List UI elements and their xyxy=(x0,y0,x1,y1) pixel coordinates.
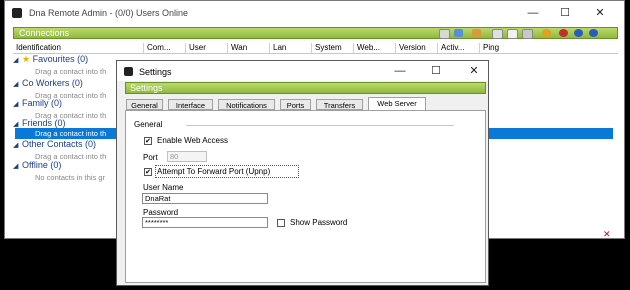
tab-general[interactable]: General xyxy=(126,99,163,110)
settings-bar-label: Settings xyxy=(130,83,163,93)
group-label: Friends (0) xyxy=(22,118,66,128)
column-header: Identification Com... User Wan Lan Syste… xyxy=(13,42,618,54)
tab-notifications[interactable]: Notifications xyxy=(218,99,275,110)
maximize-button[interactable]: ☐ xyxy=(554,5,576,21)
group-other-contacts[interactable]: ◢ Other Contacts (0) xyxy=(13,139,96,149)
enable-web-access-label: Enable Web Access xyxy=(157,136,229,145)
group-favourites[interactable]: ◢ ★ Favourites (0) xyxy=(13,54,88,65)
settings-close-button[interactable]: ✕ xyxy=(463,63,485,79)
enable-web-access-checkbox[interactable]: ✔ xyxy=(144,137,152,145)
status-close-icon[interactable]: ✕ xyxy=(603,229,611,240)
collapse-arrow-icon[interactable]: ◢ xyxy=(13,56,22,64)
group-co-workers[interactable]: ◢ Co Workers (0) xyxy=(13,78,83,88)
help-icon[interactable] xyxy=(574,29,583,37)
web-server-panel: General ✔ Enable Web Access Port 80 ✔ At… xyxy=(125,110,486,283)
connections-label: Connections xyxy=(19,28,70,38)
show-password-checkbox[interactable] xyxy=(277,219,285,227)
main-titlebar: Dna Remote Admin - (0/0) Users Online — … xyxy=(5,1,624,25)
info-icon[interactable] xyxy=(589,29,598,37)
collapse-arrow-icon[interactable]: ◢ xyxy=(13,162,22,170)
connections-bar: Connections xyxy=(13,27,618,39)
forward-port-checkbox[interactable]: ✔ xyxy=(144,168,152,176)
star-icon: ★ xyxy=(22,54,31,64)
mail-icon[interactable] xyxy=(522,29,533,39)
minimize-button[interactable]: — xyxy=(522,5,544,21)
tab-transfers[interactable]: Transfers xyxy=(316,99,363,110)
window-title: Dna Remote Admin - (0/0) Users Online xyxy=(29,8,189,18)
settings-titlebar: Settings — ☐ ✕ xyxy=(117,61,488,81)
col-system[interactable]: System xyxy=(311,43,353,53)
show-password-label: Show Password xyxy=(290,218,348,227)
settings-minimize-button[interactable]: — xyxy=(389,63,411,79)
forward-port-label: Attempt To Forward Port (Upnp) xyxy=(157,167,271,176)
password-label: Password xyxy=(143,208,179,217)
group-label: Other Contacts (0) xyxy=(22,139,97,149)
group-divider xyxy=(186,125,454,126)
group-label: Co Workers (0) xyxy=(22,78,83,88)
col-identification[interactable]: Identification xyxy=(13,43,143,53)
col-ping[interactable]: Ping xyxy=(479,43,521,53)
settings-bar: Settings xyxy=(125,82,486,94)
col-activity[interactable]: Activ... xyxy=(437,43,479,53)
tab-interface[interactable]: Interface xyxy=(168,99,213,110)
screen-icon[interactable] xyxy=(439,29,450,39)
group-friends[interactable]: ◢ Friends (0) xyxy=(13,118,66,128)
col-computer[interactable]: Com... xyxy=(143,43,185,53)
group-label: Offline (0) xyxy=(22,160,62,170)
gear-icon[interactable] xyxy=(542,29,551,37)
app-icon xyxy=(12,8,22,18)
group-family[interactable]: ◢ Family (0) xyxy=(13,98,62,108)
group-hint: Drag a contact into th xyxy=(35,129,107,138)
settings-maximize-button[interactable]: ☐ xyxy=(425,63,447,79)
monitor-icon[interactable] xyxy=(492,29,503,39)
port-field[interactable]: 80 xyxy=(167,151,207,162)
col-wan[interactable]: Wan xyxy=(227,43,269,53)
list-icon[interactable] xyxy=(507,29,518,39)
group-label: Family (0) xyxy=(22,98,62,108)
collapse-arrow-icon[interactable]: ◢ xyxy=(13,100,22,108)
col-webcam[interactable]: Web... xyxy=(353,43,395,53)
collapse-arrow-icon[interactable]: ◢ xyxy=(13,120,22,128)
collapse-arrow-icon[interactable]: ◢ xyxy=(13,141,22,149)
group-hint: No contacts in this gr xyxy=(35,173,106,182)
settings-title: Settings xyxy=(139,67,172,77)
settings-app-icon xyxy=(124,67,133,76)
col-lan[interactable]: Lan xyxy=(269,43,311,53)
alert-icon[interactable] xyxy=(559,29,568,37)
group-label: Favourites (0) xyxy=(32,54,89,64)
col-user[interactable]: User xyxy=(185,43,227,53)
group-hint: Drag a contact into th xyxy=(35,67,107,76)
users-icon[interactable] xyxy=(472,29,481,37)
settings-dialog: Settings — ☐ ✕ Settings General Interfac… xyxy=(116,60,489,286)
collapse-arrow-icon[interactable]: ◢ xyxy=(13,80,22,88)
close-button[interactable]: ✕ xyxy=(589,5,611,21)
group-offline[interactable]: ◢ Offline (0) xyxy=(13,160,61,170)
tab-web-server[interactable]: Web Server xyxy=(368,97,426,111)
username-label: User Name xyxy=(143,183,184,192)
username-field[interactable]: DnaRat xyxy=(142,193,268,204)
col-version[interactable]: Version xyxy=(395,43,437,53)
port-label: Port xyxy=(143,153,158,162)
password-field[interactable]: ******** xyxy=(142,217,268,228)
general-group-title: General xyxy=(134,120,163,129)
tab-ports[interactable]: Ports xyxy=(280,99,311,110)
grid-icon[interactable] xyxy=(454,29,463,37)
